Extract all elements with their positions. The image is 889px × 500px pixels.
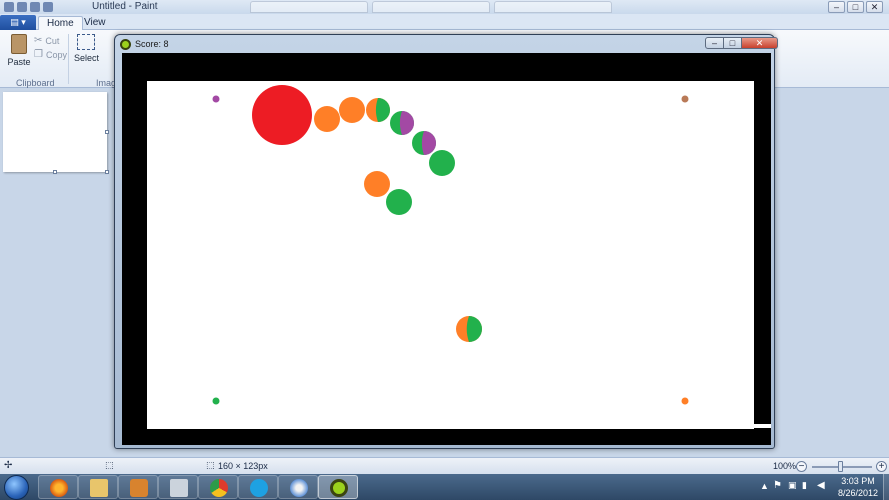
redo-icon[interactable] bbox=[30, 2, 40, 12]
game-window-controls: – □ ✕ bbox=[705, 37, 778, 49]
ball bbox=[456, 316, 482, 342]
paint-icon bbox=[290, 479, 308, 497]
ball bbox=[390, 111, 414, 135]
clock[interactable]: 3:03 PM 8/26/2012 bbox=[834, 475, 882, 499]
ball bbox=[364, 171, 390, 197]
canvas-size-icon: ⬚ bbox=[206, 460, 215, 470]
canvas-size: 160 × 123px bbox=[218, 461, 268, 471]
action-center-flag-icon[interactable]: ⚑ bbox=[773, 480, 782, 491]
taskbar-skype[interactable] bbox=[238, 475, 278, 499]
chrome-icon bbox=[210, 479, 228, 497]
game-window-title: Score: 8 bbox=[135, 39, 169, 49]
paste-button[interactable]: Paste bbox=[6, 34, 32, 67]
game-close-button[interactable]: ✕ bbox=[742, 37, 778, 49]
zoom-in-button[interactable]: + bbox=[876, 461, 887, 472]
explorer-icon bbox=[90, 479, 108, 497]
game-maximize-button[interactable]: □ bbox=[724, 37, 742, 49]
corner-dot-bottom-right bbox=[681, 397, 689, 405]
ribbon-tabs: ▤ ▾ Home View bbox=[0, 14, 889, 30]
volume-icon[interactable]: ◀ bbox=[817, 480, 825, 491]
signal-strength-icon[interactable]: ▮ bbox=[802, 480, 807, 491]
save-icon[interactable] bbox=[4, 2, 14, 12]
undo-icon[interactable] bbox=[17, 2, 27, 12]
photos-icon bbox=[170, 479, 188, 497]
taskbar-photos[interactable] bbox=[158, 475, 198, 499]
game-scene bbox=[212, 85, 689, 405]
image-group-label: Imag bbox=[96, 78, 117, 88]
background-tab bbox=[372, 1, 490, 13]
zoom-slider-thumb[interactable] bbox=[838, 461, 843, 472]
clipboard-group-label: Clipboard bbox=[16, 78, 55, 88]
selection-size-icon: ⬚ bbox=[105, 460, 114, 470]
clock-date: 8/26/2012 bbox=[837, 488, 879, 498]
ball bbox=[386, 189, 412, 215]
cursor-position-icon: ✢ bbox=[4, 460, 13, 471]
paint-canvas[interactable] bbox=[3, 92, 109, 174]
resize-handle[interactable] bbox=[105, 130, 109, 134]
game-app-icon bbox=[120, 39, 131, 50]
selection-icon bbox=[77, 34, 95, 50]
paint-window-title: Untitled - Paint bbox=[92, 1, 158, 12]
taskbar-game[interactable] bbox=[318, 475, 358, 499]
taskbar-chrome[interactable] bbox=[198, 475, 238, 499]
select-label: Select bbox=[74, 53, 100, 63]
media-player-icon bbox=[130, 479, 148, 497]
taskbar-paint[interactable] bbox=[278, 475, 318, 499]
game-field[interactable] bbox=[147, 81, 754, 429]
paint-maximize-button[interactable]: □ bbox=[847, 1, 864, 13]
start-button[interactable] bbox=[4, 475, 29, 500]
firefox-icon bbox=[50, 479, 68, 497]
taskbar-firefox[interactable] bbox=[38, 475, 78, 499]
cut-button[interactable]: ✂ Cut bbox=[34, 35, 59, 46]
ball bbox=[314, 106, 340, 132]
select-button[interactable]: Select bbox=[74, 34, 100, 63]
paint-statusbar: ✢ ⬚ ⬚ 160 × 123px 100% − + bbox=[0, 457, 889, 474]
ball bbox=[339, 97, 365, 123]
resize-handle[interactable] bbox=[53, 170, 57, 174]
zoom-out-button[interactable]: − bbox=[796, 461, 807, 472]
copy-button[interactable]: ❐ Copy bbox=[34, 49, 67, 60]
background-browser-tabs bbox=[250, 1, 612, 13]
game-window[interactable]: Score: 8 – □ ✕ bbox=[114, 34, 778, 449]
clipboard-icon bbox=[11, 34, 27, 54]
paint-menu-button[interactable]: ▤ ▾ bbox=[0, 15, 36, 30]
background-tab bbox=[494, 1, 612, 13]
taskbar-media-player[interactable] bbox=[118, 475, 158, 499]
corner-dot-bottom-left bbox=[212, 397, 220, 405]
cut-label: Cut bbox=[45, 35, 60, 46]
background-tab bbox=[250, 1, 368, 13]
customize-toolbar-icon[interactable] bbox=[43, 2, 53, 12]
paint-minimize-button[interactable]: – bbox=[828, 1, 845, 13]
tab-view[interactable]: View bbox=[76, 16, 114, 30]
skype-icon bbox=[250, 479, 268, 497]
taskbar: ▲ ⚑ ▣ ▮ ◀ 3:03 PM 8/26/2012 bbox=[0, 474, 889, 500]
ball bbox=[366, 98, 390, 122]
network-icon[interactable]: ▣ bbox=[788, 480, 797, 491]
paint-window-controls: – □ ✕ bbox=[828, 1, 883, 13]
zoom-level: 100% bbox=[773, 461, 797, 471]
ball bbox=[429, 150, 455, 176]
corner-dot-top-right bbox=[681, 95, 689, 103]
player-ball bbox=[252, 85, 312, 145]
game-frame bbox=[122, 53, 771, 445]
quick-access-toolbar bbox=[4, 2, 53, 12]
show-hidden-icons-icon[interactable]: ▲ bbox=[760, 481, 769, 491]
copy-icon: ❐ bbox=[34, 49, 43, 60]
resize-handle[interactable] bbox=[105, 170, 109, 174]
scissors-icon: ✂ bbox=[34, 35, 43, 46]
paste-label: Paste bbox=[7, 57, 31, 67]
clock-time: 3:03 PM bbox=[841, 476, 875, 486]
ribbon-divider bbox=[68, 34, 69, 84]
game-field-edge bbox=[754, 424, 771, 428]
taskbar-explorer[interactable] bbox=[78, 475, 118, 499]
paint-close-button[interactable]: ✕ bbox=[866, 1, 883, 13]
show-desktop-button[interactable] bbox=[883, 474, 889, 500]
ball bbox=[412, 131, 436, 155]
copy-label: Copy bbox=[45, 49, 67, 60]
corner-dot-top-left bbox=[212, 95, 220, 103]
paint-titlebar: Untitled - Paint – □ ✕ bbox=[0, 0, 889, 14]
game-icon bbox=[330, 479, 348, 497]
game-minimize-button[interactable]: – bbox=[705, 37, 724, 49]
